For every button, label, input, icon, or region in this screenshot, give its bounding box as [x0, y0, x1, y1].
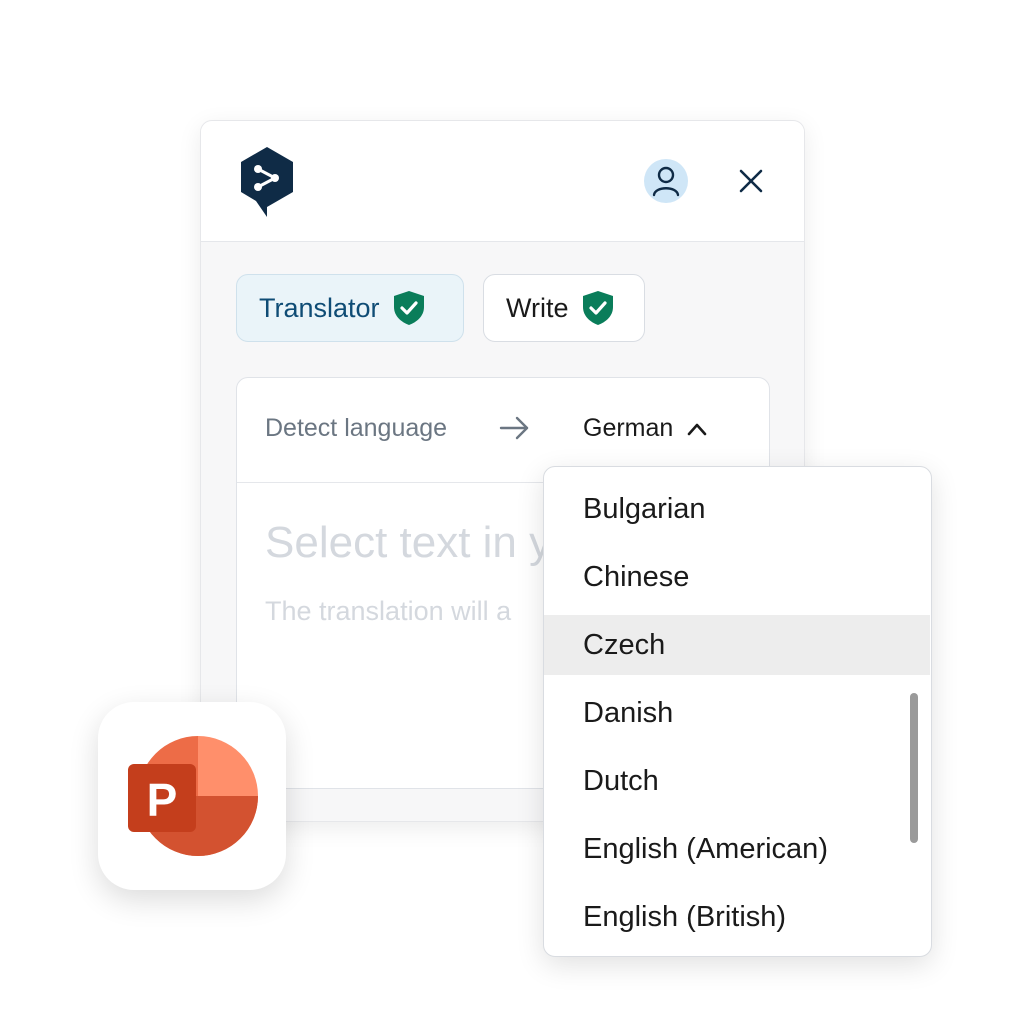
powerpoint-icon: P [128, 736, 258, 856]
avatar[interactable] [644, 159, 688, 203]
tab-translator-label: Translator [259, 292, 380, 323]
dropdown-item-dutch[interactable]: Dutch [544, 751, 910, 811]
tab-write-label: Write [506, 292, 569, 323]
dropdown-item-chinese[interactable]: Chinese [544, 547, 910, 607]
tab-translator[interactable]: Translator [236, 274, 464, 342]
dropdown-item-czech[interactable]: Czech [544, 615, 930, 675]
target-language-label: German [583, 414, 674, 442]
close-icon [739, 169, 763, 193]
language-dropdown: Bulgarian Chinese Czech Danish Dutch Eng… [543, 466, 932, 957]
target-language-selector[interactable]: German [583, 414, 707, 443]
arrow-right-icon [499, 416, 529, 440]
dropdown-item-english-american[interactable]: English (American) [544, 819, 910, 879]
dropdown-item-bulgarian[interactable]: Bulgarian [544, 479, 910, 539]
deepl-logo-icon [241, 147, 293, 217]
shield-check-icon [393, 291, 424, 325]
dropdown-item-english-british[interactable]: English (British) [544, 887, 910, 947]
source-language-selector[interactable]: Detect language [265, 414, 447, 443]
shield-check-icon [582, 291, 613, 325]
dropdown-scrollbar[interactable] [910, 693, 918, 843]
translation-placeholder: The translation will a [265, 596, 512, 626]
panel-header [201, 121, 804, 242]
chevron-up-icon [688, 423, 707, 435]
tab-write[interactable]: Write [483, 274, 645, 342]
dropdown-item-danish[interactable]: Danish [544, 683, 910, 743]
close-button[interactable] [731, 161, 771, 201]
source-text-placeholder[interactable]: Select text in y [265, 518, 551, 568]
user-icon [652, 166, 680, 197]
powerpoint-app-tile: P [98, 702, 286, 890]
powerpoint-letter: P [147, 774, 178, 826]
